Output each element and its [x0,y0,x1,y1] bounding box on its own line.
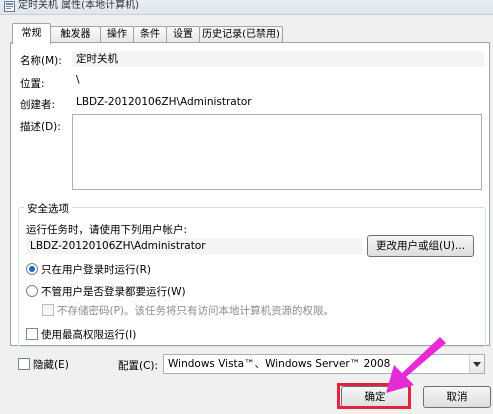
tab-conditions[interactable]: 条件 [133,26,167,43]
run-only-logged-on-radio[interactable] [26,263,38,275]
no-store-password-checkbox[interactable] [42,304,54,316]
run-whether-logged-on-label[interactable]: 不管用户是否登录都要运行(W) [41,284,186,299]
change-user-button[interactable]: 更改用户或组(U)... [367,235,474,257]
author-label: 创建者: [20,99,56,111]
run-as-user-field: LBDZ-20120106ZH\Administrator [26,238,362,254]
location-value: \ [76,74,80,86]
name-field[interactable]: 定时关机 [72,51,484,67]
tab-history[interactable]: 历史记录(已禁用) [199,26,283,43]
tab-triggers[interactable]: 触发器 [50,26,101,43]
run-as-label: 运行任务时，请使用下列用户帐户: [26,224,188,236]
highest-privileges-label[interactable]: 使用最高权限运行(I) [41,327,136,342]
window-title: 定时关机 属性(本地计算机) [18,0,139,11]
run-whether-logged-on-radio[interactable] [26,285,38,297]
author-value: LBDZ-20120106ZH\Administrator [76,96,252,108]
chevron-down-icon[interactable] [469,355,484,373]
title-bar: 定时关机 属性(本地计算机) [0,0,493,15]
highest-privileges-checkbox[interactable] [26,328,38,340]
pointer-arrow-icon [386,337,446,393]
security-options-title: 安全选项 [24,201,72,216]
window-app-icon [4,1,15,12]
hidden-label[interactable]: 隐藏(E) [33,357,69,372]
tab-settings[interactable]: 设置 [166,26,200,43]
tab-general[interactable]: 常规 [12,23,51,44]
run-only-logged-on-label[interactable]: 只在用户登录时运行(R) [41,262,151,277]
name-label: 名称(M): [20,55,62,67]
tab-actions[interactable]: 操作 [100,26,134,43]
description-textarea[interactable] [72,114,482,190]
location-label: 位置: [20,78,45,90]
description-label: 描述(D): [20,121,61,133]
hidden-checkbox[interactable] [18,358,30,370]
configure-dropdown-value: Windows Vista™、Windows Server™ 2008 [168,358,391,370]
configure-label: 配置(C): [118,360,159,372]
no-store-password-label: 不存储密码(P)。该任务将只有访问本地计算机资源的权限。 [57,305,335,317]
